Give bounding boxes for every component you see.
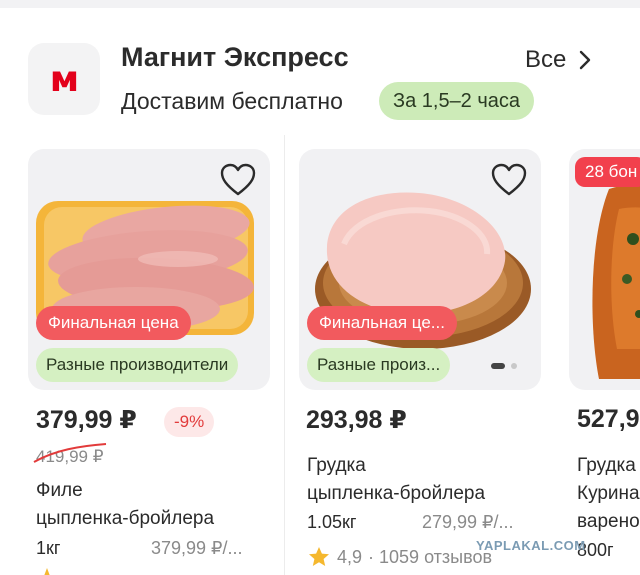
product-rating[interactable]: 4,9 · 1059 отзывов [307,545,492,569]
bonus-badge: 28 бон [575,157,640,187]
top-strip [0,0,640,8]
product-title-line-2: цыпленка-бройлера [36,508,215,529]
discount-badge: -9% [164,407,215,437]
product-price: 379,99 ₽ [36,406,137,434]
product-image-card[interactable]: Финальная цена Разные производители [28,149,270,390]
carousel-dot [511,363,517,369]
store-logo-letter: м [49,58,79,100]
rating-value: 4,9 [337,546,363,567]
carousel-dot-active [491,363,505,369]
product-title-line-2: Курина [577,483,640,504]
product-title-line-1: Филе [36,480,83,501]
final-price-badge: Финальная цена [36,306,191,340]
carousel-dots [491,363,517,369]
product-image-card[interactable]: 28 бон [569,149,640,390]
final-price-badge: Финальная це... [307,306,457,340]
see-all-link[interactable]: Все [525,46,592,74]
store-delivery-text: Доставим бесплатно [121,88,343,114]
product-title-line-1: Грудка [577,455,636,476]
reviews-count: · 1059 отзывов [368,546,493,567]
product-title-line-1: Грудка [307,455,366,476]
delivery-time-badge: За 1,5–2 часа [379,82,535,120]
producer-badge: Разные производители [36,348,239,382]
product-weight: 1.05кг [307,512,357,532]
store-logo[interactable]: м [28,43,100,115]
unit-price: 379,99 ₽/... [151,538,243,558]
heart-icon[interactable] [491,163,527,197]
strikethrough-mark [33,443,107,463]
product-image-card[interactable]: Финальная це... Разные произ... [299,149,541,390]
watermark: YAPLAKAL.COM [476,538,586,553]
unit-price: 279,99 ₽/... [422,512,514,532]
card-divider [284,135,285,575]
star-icon [44,568,50,575]
chevron-right-icon [580,50,591,70]
store-name[interactable]: Магнит Экспресс [121,42,349,73]
product-price: 293,98 ₽ [306,406,407,434]
product-title-line-3: варено [577,511,640,532]
heart-icon[interactable] [220,163,256,197]
product-title-line-2: цыпленка-бройлера [307,483,486,504]
producer-badge: Разные произ... [307,348,451,382]
product-weight: 1кг [36,538,61,558]
see-all-label: Все [525,46,567,73]
product-price: 527,9 [577,405,640,433]
star-icon [309,547,329,566]
